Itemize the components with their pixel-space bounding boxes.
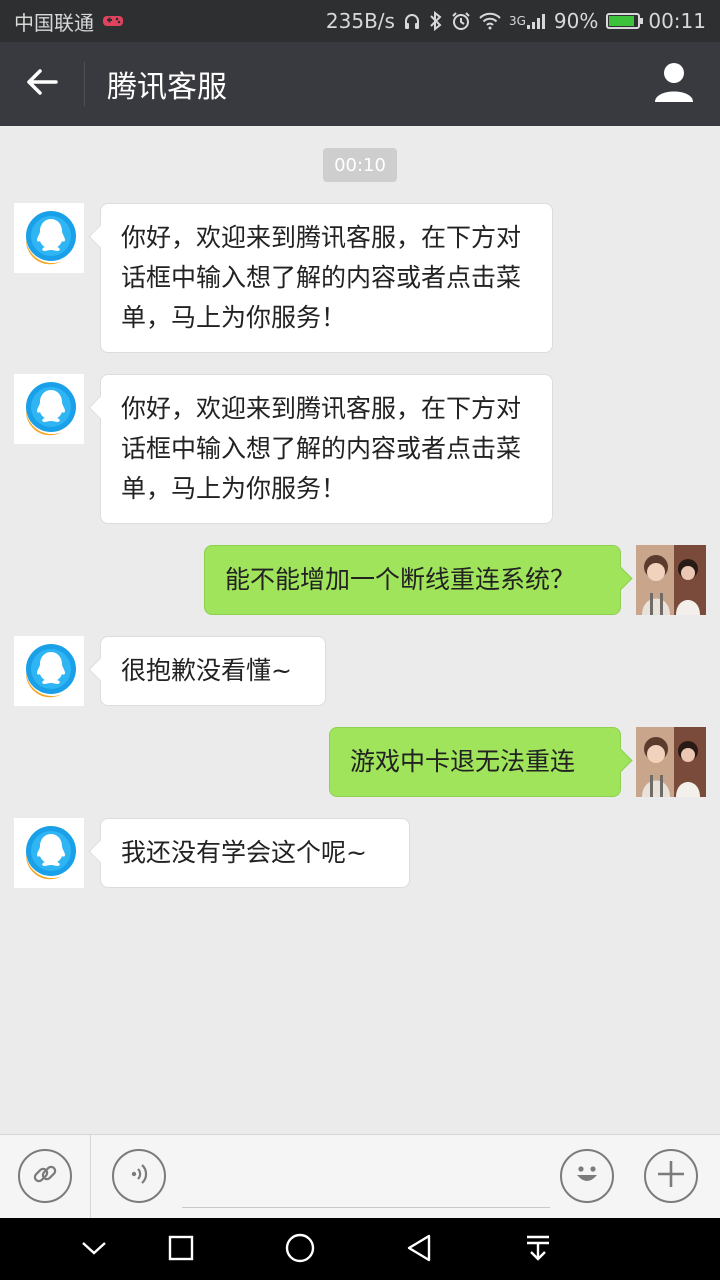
pull-down-icon — [524, 1233, 552, 1267]
chat-area[interactable]: 00:10 你好，欢迎来到腾讯客服，在下方对话框中输入想了解的内容或者点击菜单，… — [0, 126, 720, 1134]
nav-back-button[interactable] — [399, 1230, 439, 1270]
message-text: 我还没有学会这个呢~ — [121, 838, 367, 867]
user-photo-icon — [636, 727, 706, 797]
message-bubble[interactable]: 游戏中卡退无法重连 — [329, 727, 621, 797]
arrow-left-icon — [26, 68, 58, 100]
emoji-icon — [570, 1157, 604, 1195]
message-bubble[interactable]: 我还没有学会这个呢~ — [100, 818, 410, 888]
recents-square-icon — [167, 1234, 195, 1266]
nav-notifications-button[interactable] — [518, 1230, 558, 1270]
qq-service-logo-icon — [14, 636, 84, 706]
nav-recents-button[interactable] — [161, 1230, 201, 1270]
qq-service-logo-icon — [14, 818, 84, 888]
game-controller-icon — [102, 13, 124, 29]
voice-button[interactable] — [112, 1149, 166, 1203]
title-bar: 腾讯客服 — [0, 42, 720, 126]
message-text: 你好，欢迎来到腾讯客服，在下方对话框中输入想了解的内容或者点击菜单，马上为你服务… — [121, 223, 522, 332]
menu-toggle-button[interactable] — [18, 1149, 72, 1203]
user-photo-icon — [636, 545, 706, 615]
message-bubble[interactable]: 很抱歉没看懂~ — [100, 636, 326, 706]
link-icon — [30, 1159, 60, 1193]
title-divider — [84, 62, 85, 106]
user-avatar[interactable] — [636, 545, 706, 615]
input-bar — [0, 1134, 720, 1219]
wifi-icon — [479, 12, 501, 30]
net-speed: 235B/s — [325, 9, 395, 33]
headphones-icon — [403, 12, 421, 30]
voice-icon — [124, 1159, 154, 1193]
service-avatar[interactable] — [14, 818, 84, 888]
plus-icon — [654, 1157, 688, 1195]
page-title: 腾讯客服 — [107, 70, 227, 105]
bluetooth-icon — [429, 11, 443, 31]
nav-hide-keyboard-button[interactable] — [74, 1230, 114, 1270]
network-badge: 3G — [508, 14, 526, 28]
input-divider — [90, 1135, 91, 1219]
message-text: 游戏中卡退无法重连 — [350, 747, 576, 776]
qq-service-logo-icon — [14, 203, 84, 273]
battery-percent: 90% — [553, 9, 599, 33]
message-bubble[interactable]: 你好，欢迎来到腾讯客服，在下方对话框中输入想了解的内容或者点击菜单，马上为你服务… — [100, 203, 553, 353]
service-avatar[interactable] — [14, 203, 84, 273]
home-circle-icon — [284, 1232, 316, 1268]
service-avatar[interactable] — [14, 374, 84, 444]
back-button[interactable] — [0, 42, 84, 126]
message-text: 能不能增加一个断线重连系统？ — [225, 565, 576, 594]
chevron-down-icon — [81, 1240, 107, 1260]
alarm-icon — [451, 11, 471, 31]
more-button[interactable] — [644, 1149, 698, 1203]
profile-button[interactable] — [652, 60, 700, 108]
status-bar: 中国联通 235B/s 3G 90% 00:11 — [0, 0, 720, 42]
message-timestamp: 00:10 — [323, 148, 397, 182]
message-bubble[interactable]: 能不能增加一个断线重连系统？ — [204, 545, 621, 615]
battery-icon — [606, 13, 644, 29]
person-icon — [652, 63, 696, 108]
carrier-label: 中国联通 — [14, 10, 94, 35]
user-avatar[interactable] — [636, 727, 706, 797]
qq-service-logo-icon — [14, 374, 84, 444]
clock: 00:11 — [648, 9, 706, 33]
nav-home-button[interactable] — [280, 1230, 320, 1270]
message-input[interactable] — [182, 1155, 550, 1208]
back-triangle-icon — [405, 1233, 433, 1267]
navigation-bar — [0, 1218, 720, 1280]
message-bubble[interactable]: 你好，欢迎来到腾讯客服，在下方对话框中输入想了解的内容或者点击菜单，马上为你服务… — [100, 374, 553, 524]
signal-icon: 3G — [509, 12, 546, 30]
service-avatar[interactable] — [14, 636, 84, 706]
message-text: 很抱歉没看懂~ — [121, 656, 292, 685]
emoji-button[interactable] — [560, 1149, 614, 1203]
message-text: 你好，欢迎来到腾讯客服，在下方对话框中输入想了解的内容或者点击菜单，马上为你服务… — [121, 394, 522, 503]
battery-fill — [609, 16, 635, 26]
